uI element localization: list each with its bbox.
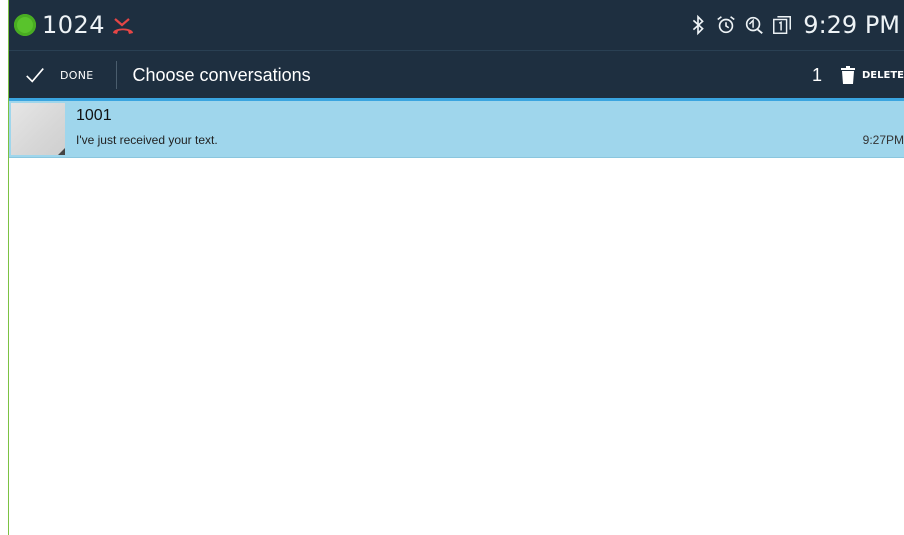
sync-icon <box>746 16 764 34</box>
phone-active-icon[interactable] <box>14 14 36 36</box>
done-button[interactable]: DONE <box>8 51 116 99</box>
bluetooth-icon <box>693 14 705 36</box>
avatar-corner-icon <box>58 148 65 155</box>
avatar[interactable] <box>11 103 65 155</box>
selected-count: 1 <box>811 64 822 85</box>
missed-call-icon <box>113 18 134 34</box>
conversation-row[interactable]: 1001 I've just received your text. 9:27P… <box>8 101 904 158</box>
done-label: DONE <box>60 68 94 82</box>
delete-button[interactable]: DELETE <box>840 51 904 99</box>
window-border <box>8 0 9 535</box>
conversation-time: 9:27PM <box>862 133 904 147</box>
trash-icon <box>841 66 855 84</box>
status-clock: 9:29 PM <box>803 11 900 39</box>
selection-action-bar: DONE Choose conversations 1 DELETE <box>8 50 904 99</box>
conversation-snippet: I've just received your text. <box>76 133 218 147</box>
conversation-name: 1001 <box>76 107 112 124</box>
delete-label: DELETE <box>862 69 904 81</box>
check-icon <box>26 68 44 83</box>
action-divider <box>115 61 117 89</box>
alarm-icon <box>717 16 736 34</box>
screen: 1024 9:29 PM DONE Choose conversations 1… <box>0 0 904 535</box>
active-call-number: 1024 <box>42 11 106 39</box>
status-bar: 1024 9:29 PM <box>8 0 904 50</box>
page-title: Choose conversations <box>132 64 311 85</box>
calendar-icon <box>773 16 792 34</box>
